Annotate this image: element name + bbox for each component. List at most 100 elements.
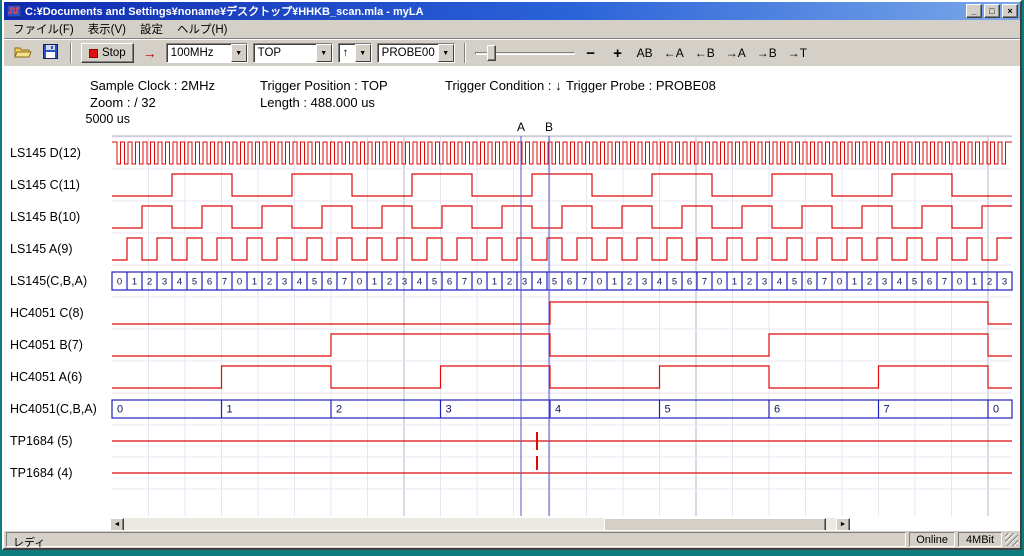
zoom-info: Zoom : / 32 (90, 95, 156, 110)
svg-text:1: 1 (252, 277, 257, 288)
svg-text:0: 0 (957, 277, 962, 288)
svg-text:0: 0 (993, 404, 999, 416)
desktop: C:¥Documents and Settings¥noname¥デスクトップ¥… (0, 0, 1024, 556)
close-button[interactable]: × (1002, 4, 1018, 18)
waveform-plot[interactable]: 0123456701234567012345670123456701234567… (4, 130, 1018, 522)
svg-text:1: 1 (612, 277, 617, 288)
svg-text:4: 4 (417, 277, 422, 288)
stop-label: Stop (102, 47, 126, 59)
trigger-edge-combobox[interactable]: ↑ ▼ (338, 43, 372, 63)
menu-view[interactable]: 表示(V) (81, 19, 133, 39)
open-button[interactable] (12, 43, 34, 63)
grid (112, 136, 1012, 516)
svg-text:6: 6 (567, 277, 572, 288)
channel-wave-9 (112, 432, 1012, 450)
svg-text:1: 1 (132, 277, 137, 288)
svg-text:2: 2 (627, 277, 632, 288)
app-icon (7, 4, 21, 18)
svg-text:6: 6 (774, 404, 780, 416)
goto-cursor-b-left-button[interactable]: ←B (692, 43, 718, 63)
ab-cursor-button[interactable]: AB (634, 43, 656, 63)
channel-wave-7 (112, 366, 1012, 388)
chevron-down-icon[interactable]: ▼ (316, 44, 332, 62)
floppy-disk-icon (43, 44, 58, 59)
svg-text:3: 3 (162, 277, 167, 288)
goto-cursor-a-left-button[interactable]: ←A (661, 43, 687, 63)
zoom-slider[interactable] (475, 43, 575, 63)
svg-text:5: 5 (912, 277, 917, 288)
channel-wave-6 (112, 334, 1012, 356)
channel-wave-0 (112, 142, 1012, 164)
svg-text:6: 6 (327, 277, 332, 288)
zoom-slider-thumb[interactable] (487, 45, 496, 61)
svg-text:6: 6 (927, 277, 932, 288)
scroll-left-button[interactable]: ◄ (110, 518, 124, 530)
titlebar[interactable]: C:¥Documents and Settings¥noname¥デスクトップ¥… (4, 2, 1020, 20)
sample-clock-value: 100MHz (167, 44, 231, 62)
run-button[interactable]: → (139, 43, 161, 63)
menu-file[interactable]: ファイル(F) (6, 19, 81, 39)
svg-text:0: 0 (597, 277, 602, 288)
stop-button[interactable]: Stop (81, 43, 134, 63)
trigger-edge-value: ↑ (339, 44, 355, 62)
menubar: ファイル(F) 表示(V) 設定 ヘルプ(H) (4, 20, 1020, 39)
svg-text:5: 5 (665, 404, 671, 416)
svg-text:2: 2 (336, 404, 342, 416)
svg-text:2: 2 (507, 277, 512, 288)
status-online-badge: Online (909, 532, 955, 547)
svg-text:5: 5 (672, 277, 677, 288)
chevron-down-icon[interactable]: ▼ (355, 44, 371, 62)
minimize-button[interactable]: _ (966, 4, 982, 18)
open-folder-icon (14, 45, 32, 59)
trigger-probe-combobox[interactable]: PROBE00 ▼ (377, 43, 455, 63)
client-area: Sample Clock : 2MHz Trigger Position : T… (4, 66, 1020, 530)
svg-text:4: 4 (537, 277, 542, 288)
resize-grip[interactable] (1005, 533, 1018, 546)
goto-cursor-a-right-button[interactable]: →A (723, 43, 749, 63)
channel-wave-1 (112, 174, 1012, 196)
svg-text:5: 5 (432, 277, 437, 288)
horizontal-scrollbar[interactable]: ◄ ► (110, 518, 850, 530)
svg-text:7: 7 (222, 277, 227, 288)
trigger-position-combobox[interactable]: TOP ▼ (253, 43, 333, 63)
svg-text:2: 2 (267, 277, 272, 288)
goto-trigger-button[interactable]: →T (785, 43, 810, 63)
svg-text:7: 7 (822, 277, 827, 288)
svg-text:2: 2 (747, 277, 752, 288)
status-message: レディ (6, 532, 906, 547)
scrollbar-thumb[interactable] (604, 518, 826, 530)
sample-clock-info: Sample Clock : 2MHz (90, 78, 215, 93)
svg-text:0: 0 (717, 277, 722, 288)
svg-text:0: 0 (837, 277, 842, 288)
menu-help[interactable]: ヘルプ(H) (170, 19, 234, 39)
chevron-down-icon[interactable]: ▼ (231, 44, 247, 62)
svg-text:4: 4 (777, 277, 782, 288)
maximize-button[interactable]: □ (984, 4, 1000, 18)
length-info: Length : 488.000 us (260, 95, 375, 110)
app-window: C:¥Documents and Settings¥noname¥デスクトップ¥… (2, 0, 1022, 550)
svg-text:4: 4 (657, 277, 662, 288)
goto-cursor-b-right-button[interactable]: →B (754, 43, 780, 63)
chevron-down-icon[interactable]: ▼ (438, 44, 454, 62)
save-button[interactable] (39, 43, 61, 63)
svg-text:1: 1 (227, 404, 233, 416)
svg-text:7: 7 (942, 277, 947, 288)
scroll-right-button[interactable]: ► (836, 518, 850, 530)
menu-settings[interactable]: 設定 (133, 19, 170, 39)
svg-text:4: 4 (555, 404, 561, 416)
svg-text:7: 7 (342, 277, 347, 288)
svg-text:7: 7 (702, 277, 707, 288)
status-memory-badge: 4MBit (958, 532, 1002, 547)
svg-text:4: 4 (297, 277, 302, 288)
channel-wave-5 (112, 302, 1012, 324)
stop-icon (89, 49, 98, 58)
svg-text:1: 1 (732, 277, 737, 288)
zoom-in-button[interactable]: + (607, 43, 629, 63)
toolbar: Stop → 100MHz ▼ TOP ▼ ↑ ▼ PROBE00 ▼ (4, 39, 1020, 66)
zoom-out-button[interactable]: − (580, 43, 602, 63)
svg-text:3: 3 (762, 277, 767, 288)
svg-text:6: 6 (207, 277, 212, 288)
svg-text:0: 0 (237, 277, 242, 288)
sample-clock-combobox[interactable]: 100MHz ▼ (166, 43, 248, 63)
svg-text:6: 6 (807, 277, 812, 288)
